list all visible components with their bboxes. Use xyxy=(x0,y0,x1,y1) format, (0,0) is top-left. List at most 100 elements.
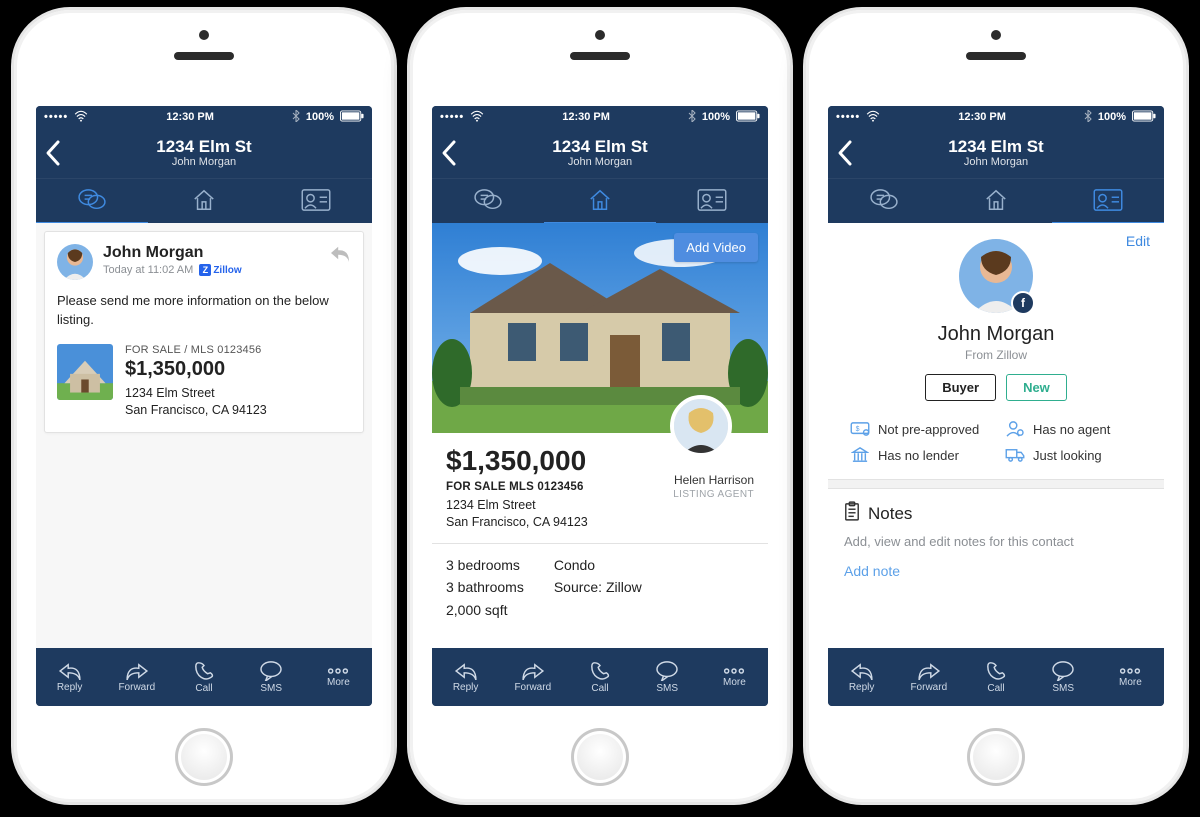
app-header: 1234 Elm St John Morgan xyxy=(828,128,1164,178)
tab-chat[interactable] xyxy=(36,178,148,225)
tab-listing[interactable] xyxy=(148,178,260,225)
battery-percent: 100% xyxy=(1098,111,1126,123)
facebook-badge-icon: f xyxy=(1011,291,1035,315)
more-button[interactable]: More xyxy=(1097,648,1164,706)
phone-sensor xyxy=(199,30,209,40)
screen-3: ••••• 12:30 PM 100% 1234 Elm St John Mor… xyxy=(828,106,1164,706)
reply-arrow-icon[interactable] xyxy=(329,244,351,267)
contact-status-grid: $ Not pre-approved Has no agent Has no l… xyxy=(828,417,1164,479)
listing-specs: 3 bedrooms 3 bathrooms 2,000 sqft Condo … xyxy=(446,554,754,621)
tab-listing[interactable] xyxy=(544,178,656,225)
section-divider xyxy=(828,479,1164,489)
sender-name: John Morgan xyxy=(103,244,242,262)
add-note-button[interactable]: Add note xyxy=(844,563,900,579)
reply-button[interactable]: Reply xyxy=(432,648,499,706)
reply-button[interactable]: Reply xyxy=(36,648,103,706)
message-timestamp: Today at 11:02 AM xyxy=(103,264,193,276)
status-looking[interactable]: Just looking xyxy=(1005,447,1142,463)
call-button[interactable]: Call xyxy=(170,648,237,706)
phone-earpiece xyxy=(966,52,1026,60)
segment-tabs xyxy=(36,178,372,223)
zillow-source-badge: ZZillow xyxy=(199,264,241,276)
listing-details: Helen Harrison LISTING AGENT $1,350,000 … xyxy=(432,433,768,621)
bank-icon xyxy=(850,447,870,463)
clipboard-icon xyxy=(844,501,860,526)
forward-button[interactable]: Forward xyxy=(103,648,170,706)
bottom-toolbar: Reply Forward Call SMS More xyxy=(432,648,768,706)
tab-contact[interactable] xyxy=(1052,178,1164,225)
phone-earpiece xyxy=(570,52,630,60)
divider xyxy=(432,543,768,544)
bluetooth-icon xyxy=(688,110,696,125)
signal-dots-icon: ••••• xyxy=(44,111,68,123)
money-card-icon: $ xyxy=(850,421,870,437)
forward-button[interactable]: Forward xyxy=(895,648,962,706)
status-bar: ••••• 12:30 PM 100% xyxy=(828,106,1164,128)
segment-tabs xyxy=(432,178,768,223)
home-button[interactable] xyxy=(967,728,1025,786)
signal-dots-icon: ••••• xyxy=(836,111,860,123)
agent-name: Helen Harrison xyxy=(673,473,754,487)
status-bar: ••••• 12:30 PM 100% xyxy=(432,106,768,128)
signal-dots-icon: ••••• xyxy=(440,111,464,123)
sms-button[interactable]: SMS xyxy=(238,648,305,706)
home-button[interactable] xyxy=(571,728,629,786)
listing-hero-photo[interactable]: Add Video xyxy=(432,223,768,433)
phone-sensor xyxy=(991,30,1001,40)
status-time: 12:30 PM xyxy=(562,111,610,123)
add-video-button[interactable]: Add Video xyxy=(674,233,758,262)
sms-button[interactable]: SMS xyxy=(1030,648,1097,706)
new-pill[interactable]: New xyxy=(1006,374,1067,401)
call-button[interactable]: Call xyxy=(566,648,633,706)
contact-name: John Morgan xyxy=(938,323,1055,346)
tab-chat[interactable] xyxy=(828,178,940,225)
listing-thumbnail xyxy=(57,344,113,400)
reply-button[interactable]: Reply xyxy=(828,648,895,706)
truck-icon xyxy=(1005,447,1025,463)
notes-section: Notes Add, view and edit notes for this … xyxy=(828,489,1164,593)
app-header: 1234 Elm St John Morgan xyxy=(432,128,768,178)
contact-source: From Zillow xyxy=(965,348,1027,362)
battery-percent: 100% xyxy=(702,111,730,123)
phone-frame-1: ••••• 12:30 PM 100% 1234 Elm xyxy=(14,10,394,802)
header-subtitle: John Morgan xyxy=(432,156,768,168)
status-bar: ••••• 12:30 PM 100% xyxy=(36,106,372,128)
status-lender[interactable]: Has no lender xyxy=(850,447,987,463)
home-button[interactable] xyxy=(175,728,233,786)
tab-chat[interactable] xyxy=(432,178,544,225)
status-preapproval[interactable]: $ Not pre-approved xyxy=(850,421,987,437)
sms-button[interactable]: SMS xyxy=(634,648,701,706)
more-button[interactable]: More xyxy=(305,648,372,706)
phone-frame-3: ••••• 12:30 PM 100% 1234 Elm St John Mor… xyxy=(806,10,1186,802)
status-time: 12:30 PM xyxy=(958,111,1006,123)
screen-2: ••••• 12:30 PM 100% 1234 Elm St John Mor… xyxy=(432,106,768,706)
sender-avatar[interactable] xyxy=(57,244,93,280)
wifi-icon xyxy=(866,110,880,125)
tab-contact[interactable] xyxy=(656,178,768,225)
wifi-icon xyxy=(74,110,88,125)
person-icon xyxy=(1005,421,1025,437)
listing-addr2: San Francisco, CA 94123 xyxy=(446,514,754,531)
svg-text:$: $ xyxy=(856,426,860,433)
segment-tabs xyxy=(828,178,1164,223)
status-agent[interactable]: Has no agent xyxy=(1005,421,1142,437)
edit-button[interactable]: Edit xyxy=(1126,233,1150,249)
tab-listing[interactable] xyxy=(940,178,1052,225)
header-title: 1234 Elm St xyxy=(36,138,372,156)
listing-addr2: San Francisco, CA 94123 xyxy=(125,402,267,419)
more-button[interactable]: More xyxy=(701,648,768,706)
phone-earpiece xyxy=(174,52,234,60)
tab-contact[interactable] xyxy=(260,178,372,225)
listing-price: $1,350,000 xyxy=(125,358,267,381)
status-time: 12:30 PM xyxy=(166,111,214,123)
contact-profile: Edit f John Morgan From Zillow Buyer New xyxy=(828,223,1164,417)
forward-button[interactable]: Forward xyxy=(499,648,566,706)
spec-bedrooms: 3 bedrooms xyxy=(446,554,524,576)
spec-bathrooms: 3 bathrooms xyxy=(446,576,524,598)
listing-attachment[interactable]: FOR SALE / MLS 0123456 $1,350,000 1234 E… xyxy=(57,344,351,419)
agent-avatar[interactable] xyxy=(670,395,732,457)
bottom-toolbar: Reply Forward Call SMS More xyxy=(828,648,1164,706)
buyer-pill[interactable]: Buyer xyxy=(925,374,996,401)
call-button[interactable]: Call xyxy=(962,648,1029,706)
phone-frame-2: ••••• 12:30 PM 100% 1234 Elm St John Mor… xyxy=(410,10,790,802)
